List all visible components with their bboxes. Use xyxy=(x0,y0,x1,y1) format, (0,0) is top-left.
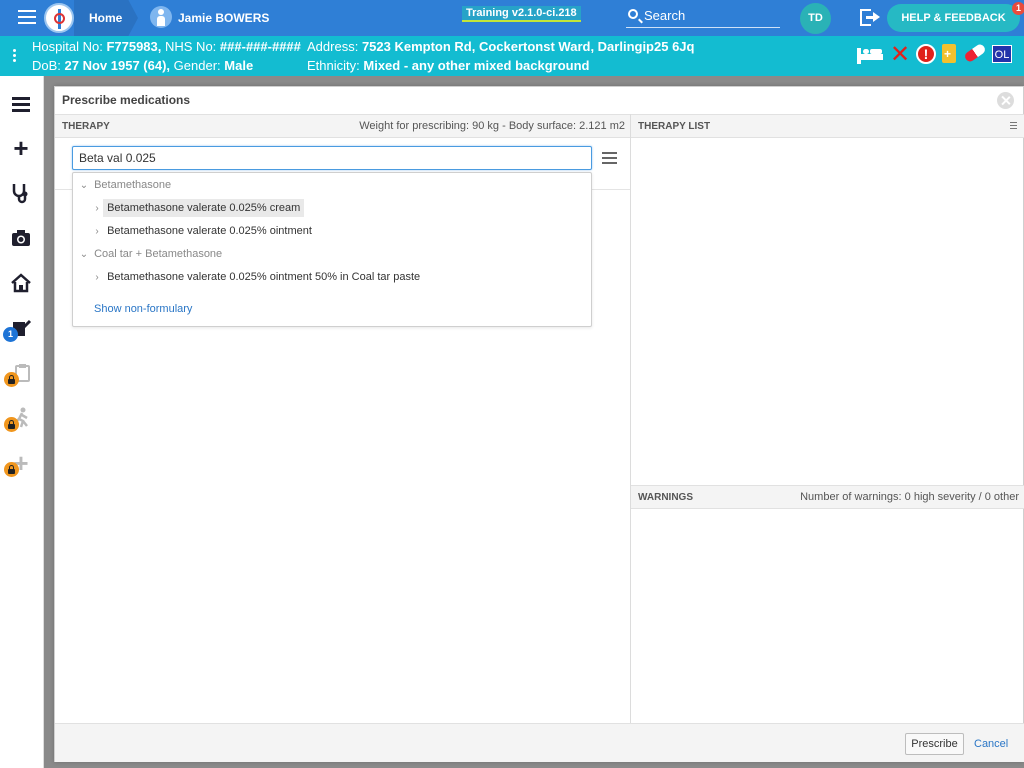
ethnicity-label: Ethnicity: xyxy=(307,58,360,73)
lock-icon xyxy=(4,417,19,432)
result-group-label: Betamethasone xyxy=(94,179,172,191)
hospital-no-label: Hospital No: xyxy=(32,39,103,54)
result-item[interactable]: › Betamethasone valerate 0.025% cream xyxy=(90,199,305,222)
result-item-label: Betamethasone valerate 0.025% cream xyxy=(103,199,305,217)
result-item[interactable]: › Betamethasone valerate 0.025% ointment xyxy=(90,225,312,245)
therapy-list-menu-icon[interactable] xyxy=(1010,122,1017,131)
logout-icon[interactable] xyxy=(860,9,880,26)
result-group-label: Coal tar + Betamethasone xyxy=(94,248,223,260)
search-results-dropdown: ⌄ Betamethasone › Betamethasone valerate… xyxy=(72,172,592,327)
list-icon xyxy=(10,92,32,114)
nav-walking-locked[interactable] xyxy=(0,399,44,441)
search-button[interactable]: Search xyxy=(626,6,780,28)
pill-icon[interactable] xyxy=(963,42,987,64)
warnings-summary: Number of warnings: 0 high severity / 0 … xyxy=(800,491,1019,503)
therapy-list-label: THERAPY LIST xyxy=(638,121,711,132)
menu-icon[interactable] xyxy=(18,10,36,24)
nav-add-locked[interactable]: + xyxy=(0,444,44,486)
help-feedback-button[interactable]: HELP & FEEDBACK xyxy=(887,4,1020,32)
chevron-down-icon: ⌄ xyxy=(79,249,89,260)
nav-edit[interactable]: 1 xyxy=(0,309,44,351)
nhs-no-label: NHS No: xyxy=(165,39,217,54)
weight-info: Weight for prescribing: 90 kg - Body sur… xyxy=(359,120,625,132)
dob-value: 27 Nov 1957 (64), xyxy=(64,58,171,73)
nav-clinical[interactable] xyxy=(0,174,44,216)
search-label: Search xyxy=(644,8,686,23)
prescribe-medications-dialog: Prescribe medications THERAPY Weight for… xyxy=(54,86,1024,762)
search-icon xyxy=(628,9,638,19)
nhs-no-value: ###-###-#### xyxy=(219,39,301,54)
gender-label: Gender: xyxy=(173,58,221,73)
therapy-header-label: THERAPY xyxy=(62,121,110,132)
user-avatar[interactable]: TD xyxy=(800,3,831,34)
cancel-button[interactable]: Cancel xyxy=(974,733,1008,755)
help-notification-badge: 1 xyxy=(1012,2,1024,15)
nav-add[interactable]: + xyxy=(0,129,44,171)
chevron-right-icon: › xyxy=(95,272,99,283)
nav-list[interactable] xyxy=(0,84,44,126)
nav-clipboard-locked[interactable] xyxy=(0,354,44,396)
clipboard-icon[interactable] xyxy=(942,44,956,63)
banner-line-2: DoB: 27 Nov 1957 (64), Gender: Male xyxy=(32,58,253,73)
chevron-right-icon: › xyxy=(95,226,99,237)
dob-label: DoB: xyxy=(32,58,61,73)
home-icon xyxy=(10,272,32,294)
address-label: Address: xyxy=(307,39,359,54)
result-item-label: Betamethasone valerate 0.025% ointment 5… xyxy=(107,271,421,283)
hospital-no-value: F775983, xyxy=(106,39,162,54)
warnings-header: WARNINGS Number of warnings: 0 high seve… xyxy=(631,485,1024,509)
search-options-icon[interactable] xyxy=(602,152,617,167)
ethnicity-value: Mixed - any other mixed background xyxy=(363,58,590,73)
prescribe-button[interactable]: Prescribe xyxy=(905,733,964,755)
therapy-list-header: THERAPY LIST xyxy=(631,114,1024,138)
warnings-label: WARNINGS xyxy=(638,492,693,503)
therapy-header: THERAPY Weight for prescribing: 90 kg - … xyxy=(55,114,630,138)
x-icon[interactable]: ✕ xyxy=(890,43,912,67)
stethoscope-icon xyxy=(10,182,32,204)
result-group[interactable]: ⌄ Betamethasone xyxy=(77,179,171,199)
home-label: Home xyxy=(89,11,123,25)
edit-count-badge: 1 xyxy=(3,327,18,342)
banner-ethnicity: Ethnicity: Mixed - any other mixed backg… xyxy=(307,58,589,73)
patient-icon xyxy=(150,6,172,28)
app-logo[interactable] xyxy=(44,3,74,33)
breadcrumb-home[interactable]: Home xyxy=(74,0,138,36)
gender-value: Male xyxy=(224,58,254,73)
nav-home[interactable] xyxy=(0,264,44,306)
ol-icon[interactable]: OL xyxy=(992,45,1012,63)
result-group[interactable]: ⌄ Coal tar + Betamethasone xyxy=(77,248,222,268)
top-bar: Home Jamie BOWERS Training v2.1.0-ci.218… xyxy=(0,0,1024,36)
result-item-label: Betamethasone valerate 0.025% ointment xyxy=(107,225,312,237)
version-badge: Training v2.1.0-ci.218 xyxy=(462,6,581,22)
panel-divider xyxy=(630,114,631,724)
bed-icon[interactable] xyxy=(856,44,883,66)
chevron-right-icon: › xyxy=(95,203,99,214)
banner-address: Address: 7523 Kempton Rd, Cockertonst Wa… xyxy=(307,39,694,54)
banner-line-1: Hospital No: F775983, NHS No: ###-###-##… xyxy=(32,39,301,54)
address-value: 7523 Kempton Rd, Cockertonst Ward, Darli… xyxy=(361,39,695,54)
plus-icon: + xyxy=(13,133,29,163)
left-nav: + 1 + xyxy=(0,76,44,768)
lock-icon xyxy=(4,372,19,387)
show-non-formulary-link[interactable]: Show non-formulary xyxy=(94,303,192,315)
patient-banner: Hospital No: F775983, NHS No: ###-###-##… xyxy=(0,36,1024,76)
result-item[interactable]: › Betamethasone valerate 0.025% ointment… xyxy=(90,271,420,291)
lock-icon xyxy=(4,462,19,477)
alert-icon[interactable]: ! xyxy=(916,44,936,64)
patient-name[interactable]: Jamie BOWERS xyxy=(178,11,269,25)
camera-icon xyxy=(10,227,32,249)
dialog-footer: Prescribe Cancel xyxy=(55,723,1024,762)
close-icon[interactable] xyxy=(997,92,1014,109)
more-options-icon[interactable] xyxy=(13,49,17,64)
medication-search-input[interactable] xyxy=(72,146,592,170)
nav-camera[interactable] xyxy=(0,219,44,261)
chevron-down-icon: ⌄ xyxy=(79,180,89,191)
dialog-title: Prescribe medications xyxy=(62,93,191,107)
